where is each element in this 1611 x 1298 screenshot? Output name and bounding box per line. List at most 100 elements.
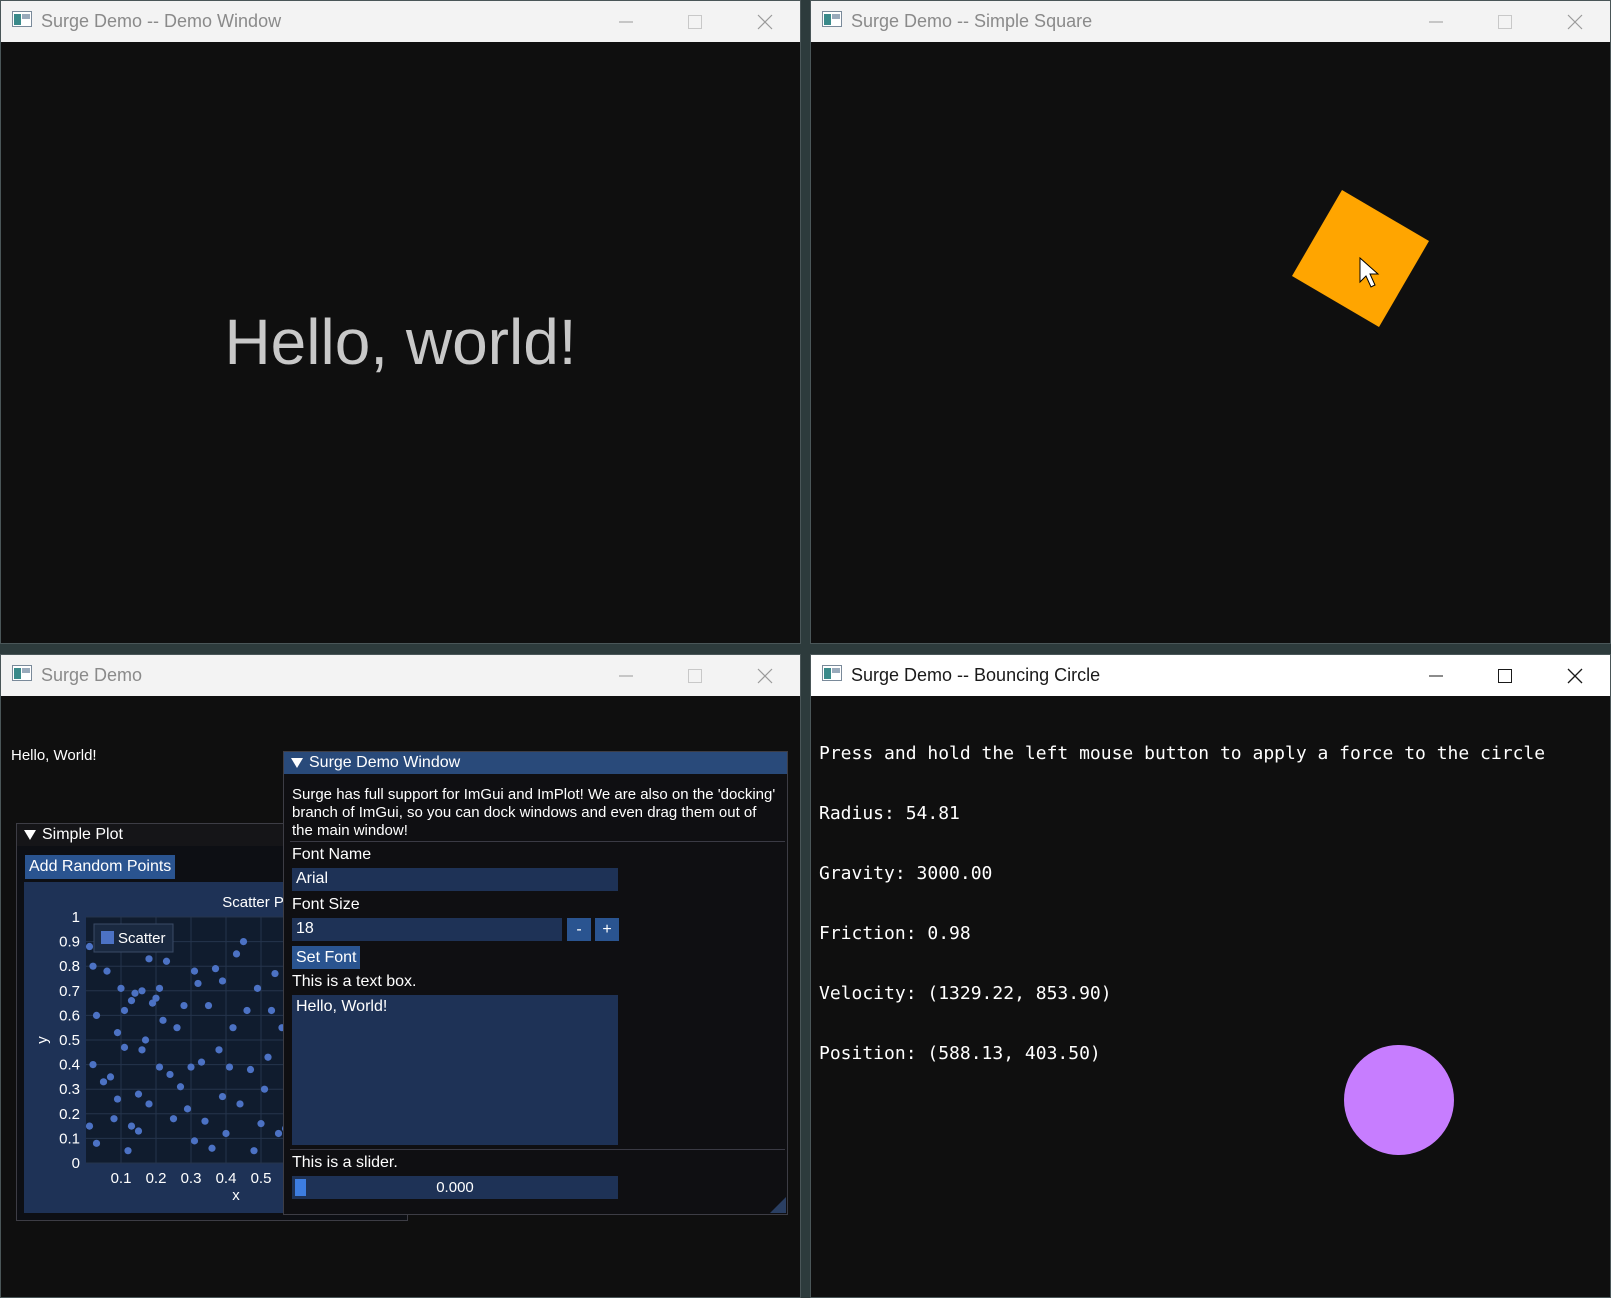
title-bar[interactable]: Surge Demo -- Bouncing Circle bbox=[811, 655, 1610, 696]
add-random-points-button[interactable]: Add Random Points bbox=[25, 855, 176, 879]
x-axis-label: x bbox=[232, 1187, 240, 1204]
window-title: Surge Demo bbox=[41, 665, 143, 685]
close-button[interactable] bbox=[742, 655, 788, 696]
radius-readout: Radius: 54.81 bbox=[819, 803, 960, 824]
close-button[interactable] bbox=[1552, 655, 1598, 696]
scatter-point bbox=[138, 1046, 146, 1054]
title-bar[interactable]: Surge Demo -- Demo Window bbox=[1, 1, 800, 42]
scatter-point bbox=[246, 1065, 255, 1074]
surge-demo-panel-header[interactable]: Surge Demo Window bbox=[284, 752, 787, 774]
y-tick-label: 0.6 bbox=[59, 1007, 80, 1024]
close-icon bbox=[1567, 14, 1583, 30]
x-tick-label: 0.4 bbox=[216, 1170, 237, 1187]
scatter-point bbox=[106, 1073, 115, 1081]
x-tick-label: 0.2 bbox=[146, 1170, 167, 1187]
scatter-point bbox=[110, 1115, 118, 1123]
scatter-point bbox=[155, 1063, 164, 1071]
maximize-button[interactable] bbox=[672, 1, 718, 42]
simple-square-window: Surge Demo -- Simple Square bbox=[810, 0, 1611, 644]
maximize-button[interactable] bbox=[1482, 655, 1528, 696]
font-name-input[interactable]: Arial bbox=[292, 868, 618, 891]
minimize-button[interactable] bbox=[603, 655, 649, 696]
window-title: Surge Demo -- Simple Square bbox=[851, 11, 1093, 31]
scatter-point bbox=[190, 967, 199, 975]
set-font-button[interactable]: Set Font bbox=[292, 946, 361, 969]
minimize-button[interactable] bbox=[1413, 1, 1459, 42]
demo-window: Surge Demo -- Demo Window Hello, world! bbox=[0, 0, 801, 644]
minimize-button[interactable] bbox=[603, 1, 649, 42]
scatter-point bbox=[85, 942, 94, 951]
scatter-point bbox=[138, 987, 146, 995]
y-tick-label: 1 bbox=[72, 909, 80, 926]
scatter-point bbox=[141, 1036, 150, 1044]
scatter-point bbox=[215, 1046, 223, 1054]
y-tick-label: 0.8 bbox=[59, 958, 80, 975]
scatter-point bbox=[103, 967, 111, 975]
minimize-icon bbox=[1429, 675, 1443, 677]
scatter-point bbox=[260, 1085, 269, 1093]
close-button[interactable] bbox=[742, 1, 788, 42]
scatter-point bbox=[113, 1029, 122, 1037]
scatter-point bbox=[127, 1122, 136, 1130]
friction-readout: Friction: 0.98 bbox=[819, 923, 971, 944]
scatter-point bbox=[162, 957, 171, 965]
y-tick-label: 0.3 bbox=[59, 1081, 80, 1098]
maximize-icon bbox=[1498, 669, 1512, 683]
description-text: Surge has full support for ImGui and ImP… bbox=[292, 786, 776, 839]
scatter-point bbox=[159, 1016, 167, 1024]
scatter-point bbox=[204, 1001, 213, 1010]
scatter-point bbox=[99, 1078, 108, 1086]
value-slider[interactable]: 0.000 bbox=[292, 1176, 618, 1199]
font-size-label: Font Size bbox=[292, 896, 360, 913]
close-icon bbox=[757, 668, 773, 684]
x-tick-label: 0.1 bbox=[111, 1170, 132, 1187]
scatter-point bbox=[85, 1122, 94, 1130]
title-bar[interactable]: Surge Demo bbox=[1, 655, 800, 696]
maximize-button[interactable] bbox=[672, 655, 718, 696]
resize-grip-icon[interactable] bbox=[770, 1197, 786, 1213]
window-content bbox=[811, 42, 1610, 643]
minimize-icon bbox=[1429, 21, 1443, 23]
scatter-point bbox=[211, 965, 220, 973]
scatter-point bbox=[190, 1137, 199, 1145]
slider-value: 0.000 bbox=[436, 1179, 474, 1196]
minimize-button[interactable] bbox=[1413, 655, 1459, 696]
scatter-point bbox=[117, 984, 125, 992]
collapse-arrow-icon[interactable] bbox=[291, 758, 303, 768]
x-tick-label: 0.5 bbox=[251, 1170, 272, 1187]
scatter-point bbox=[127, 997, 136, 1005]
font-size-input[interactable]: 18 bbox=[292, 918, 562, 941]
legend-label: Scatter bbox=[118, 930, 166, 947]
scatter-point bbox=[120, 1043, 129, 1051]
close-button[interactable] bbox=[1552, 1, 1598, 42]
font-size-decrement-button[interactable]: - bbox=[567, 918, 591, 941]
scatter-point bbox=[134, 1090, 143, 1098]
surge-demo-panel: Surge Demo Window Surge has full support… bbox=[283, 751, 788, 1215]
scatter-point bbox=[208, 1144, 216, 1152]
multiline-text-box[interactable]: Hello, World! bbox=[292, 995, 618, 1145]
scatter-point bbox=[243, 1006, 251, 1015]
window-content: Press and hold the left mouse button to … bbox=[811, 696, 1610, 1297]
scatter-point bbox=[257, 1120, 265, 1128]
maximize-icon bbox=[688, 15, 702, 29]
collapse-arrow-icon[interactable] bbox=[24, 830, 36, 840]
x-tick-label: 0.3 bbox=[181, 1170, 202, 1187]
scatter-point bbox=[166, 1070, 174, 1079]
scatter-point bbox=[169, 1115, 178, 1123]
scatter-point bbox=[131, 989, 139, 997]
info-text-block: Press and hold the left mouse button to … bbox=[819, 704, 1545, 1104]
font-size-increment-button[interactable]: + bbox=[595, 918, 619, 941]
scatter-point bbox=[229, 1024, 237, 1032]
scatter-point bbox=[152, 994, 160, 1002]
y-tick-label: 0 bbox=[72, 1155, 80, 1172]
title-bar[interactable]: Surge Demo -- Simple Square bbox=[811, 1, 1610, 42]
text-box-label: This is a text box. bbox=[292, 973, 417, 990]
scatter-point bbox=[113, 1095, 122, 1103]
scatter-point bbox=[120, 1006, 129, 1015]
maximize-button[interactable] bbox=[1482, 1, 1528, 42]
separator bbox=[290, 1149, 785, 1150]
scatter-point bbox=[145, 955, 153, 963]
scatter-point bbox=[232, 950, 241, 958]
scatter-point bbox=[194, 979, 202, 988]
bouncing-circle-window: Surge Demo -- Bouncing Circle Press and … bbox=[810, 654, 1611, 1298]
